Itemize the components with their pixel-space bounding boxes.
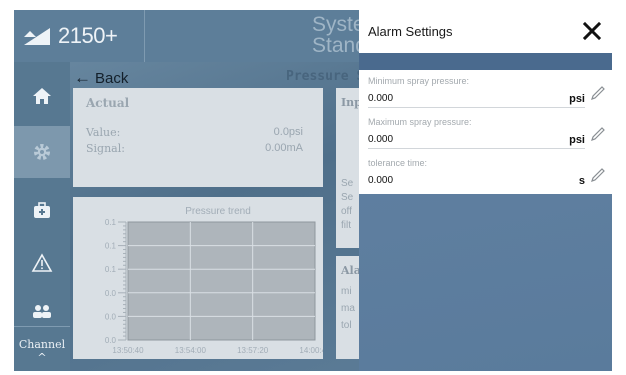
field-unit: s — [578, 175, 585, 187]
field-label: Minimum spray pressure: — [368, 76, 470, 86]
warning-icon — [31, 253, 53, 272]
toolbox-icon — [34, 202, 50, 218]
field-underline — [368, 148, 585, 149]
pencil-icon[interactable] — [590, 167, 606, 183]
arrow-left-icon: ← — [74, 68, 91, 87]
field-underline — [368, 107, 585, 108]
field-value[interactable]: 0.000 — [368, 175, 393, 186]
max-spray-pressure-field[interactable]: Maximum spray pressure: 0.000 psi — [359, 111, 612, 152]
signal-label: Signal: — [86, 142, 125, 155]
close-icon — [582, 21, 602, 41]
pressure-trend-chart: Pressure trend 0.1 0.1 0.1 0.0 0.0 0.0 13:50:40… — [73, 197, 323, 359]
header-divider — [144, 10, 145, 62]
y-tick-label: 0.0 — [105, 312, 117, 321]
settings-fields: Minimum spray pressure: 0.000 psi Maximu… — [359, 70, 612, 194]
dialog-header: Alarm Settings — [359, 10, 612, 53]
y-tick-label: 0.1 — [105, 265, 117, 274]
pencil-icon[interactable] — [590, 85, 606, 101]
page-title: Pressure S — [286, 69, 365, 84]
nav-home[interactable] — [14, 70, 70, 122]
field-label: Maximum spray pressure: — [368, 117, 472, 127]
value-readout: 0.0psi — [273, 126, 303, 138]
logo: 2150+ — [22, 22, 132, 50]
x-tick-label: 13:54:00 — [175, 346, 207, 355]
field-unit: psi — [569, 134, 585, 146]
y-tick-label: 0.0 — [105, 289, 117, 298]
plot-area — [127, 221, 316, 341]
y-tick-label: 0.1 — [105, 218, 117, 227]
x-tick-label: 13:50:40 — [112, 346, 144, 355]
app-window: 2150+ System Standard Channel ^ ← Back P… — [14, 10, 612, 371]
field-unit: psi — [569, 93, 585, 105]
nav-service[interactable] — [14, 184, 70, 236]
alarm-settings-dialog: Alarm Settings Minimum spray pressure: 0… — [359, 10, 612, 371]
users-icon — [33, 305, 51, 318]
actual-panel: Actual Value: 0.0psi Signal: 0.00mA — [73, 88, 323, 187]
actual-title: Actual — [86, 96, 130, 110]
product-name: 2150+ — [58, 23, 118, 48]
sidebar: Channel ^ — [14, 62, 70, 371]
logo-mark-icon — [24, 28, 50, 45]
channel-button[interactable]: Channel ^ — [14, 326, 70, 371]
chevron-up-icon: ^ — [37, 351, 47, 364]
x-tick-label: 14:00:40 — [299, 346, 323, 355]
back-label: Back — [95, 69, 129, 87]
field-value[interactable]: 0.000 — [368, 134, 393, 145]
value-label: Value: — [86, 126, 121, 139]
pencil-icon[interactable] — [590, 126, 606, 142]
dialog-band — [359, 53, 612, 70]
nav-alarms[interactable] — [14, 237, 70, 289]
gear-icon — [34, 144, 50, 160]
home-icon — [33, 88, 51, 104]
tolerance-time-field[interactable]: tolerance time: 0.000 s — [359, 152, 612, 193]
channel-label: Channel — [18, 338, 66, 351]
min-spray-pressure-field[interactable]: Minimum spray pressure: 0.000 psi — [359, 70, 612, 111]
field-label: tolerance time: — [368, 158, 428, 168]
chart-canvas: Pressure trend0.10.10.10.00.00.013:50:40… — [105, 206, 323, 355]
field-value[interactable]: 0.000 — [368, 93, 393, 104]
back-button[interactable]: ← Back — [74, 68, 128, 88]
y-tick-label: 0.1 — [105, 242, 117, 251]
signal-readout: 0.00mA — [265, 142, 303, 154]
chart-title: Pressure trend — [185, 206, 251, 217]
nav-settings[interactable] — [14, 126, 70, 178]
close-button[interactable] — [580, 19, 604, 43]
dialog-title: Alarm Settings — [368, 24, 453, 39]
x-tick-label: 13:57:20 — [237, 346, 269, 355]
y-tick-label: 0.0 — [105, 336, 117, 345]
